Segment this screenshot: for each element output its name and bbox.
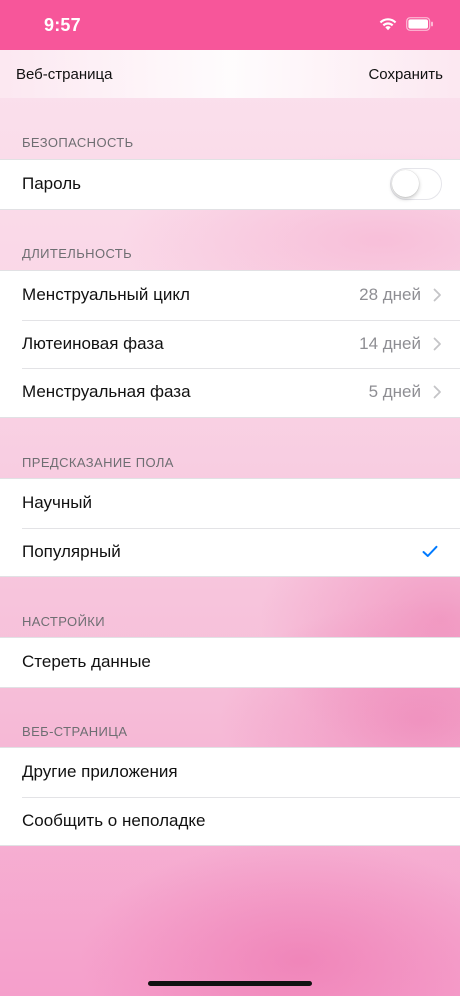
webpage-group: Другие приложения Сообщить о неполадке xyxy=(0,747,460,846)
chevron-right-icon xyxy=(433,288,441,302)
nav-bar: Веб-страница Сохранить xyxy=(0,50,460,98)
gender-prediction-group: Научный Популярный xyxy=(0,478,460,577)
password-label: Пароль xyxy=(22,174,81,194)
chevron-right-icon xyxy=(433,385,441,399)
password-row: Пароль xyxy=(0,160,460,209)
status-bar: 9:57 xyxy=(0,0,460,50)
luteal-phase-label: Лютеиновая фаза xyxy=(22,333,164,353)
section-header-gender-prediction: ПРЕДСКАЗАНИЕ ПОЛА xyxy=(22,455,174,470)
chevron-right-icon xyxy=(433,337,441,351)
menstrual-phase-row[interactable]: Менструальная фаза 5 дней xyxy=(0,368,460,417)
menstrual-phase-label: Менструальная фаза xyxy=(22,382,191,402)
scientific-option-label: Научный xyxy=(22,493,93,513)
erase-data-label: Стереть данные xyxy=(22,652,151,672)
status-icons xyxy=(378,16,434,31)
report-problem-row[interactable]: Сообщить о неполадке xyxy=(0,796,460,846)
security-group: Пароль xyxy=(0,159,460,210)
section-header-security: БЕЗОПАСНОСТЬ xyxy=(22,135,134,150)
luteal-phase-value: 14 дней xyxy=(359,333,421,353)
toggle-knob xyxy=(392,170,419,198)
settings-group: Стереть данные xyxy=(0,637,460,688)
section-header-webpage: ВЕБ-СТРАНИЦА xyxy=(22,724,128,739)
report-problem-label: Сообщить о неполадке xyxy=(22,810,206,830)
home-indicator xyxy=(148,981,312,986)
section-header-duration: ДЛИТЕЛЬНОСТЬ xyxy=(22,246,133,261)
menstrual-cycle-row[interactable]: Менструальный цикл 28 дней xyxy=(0,271,460,320)
menstrual-cycle-label: Менструальный цикл xyxy=(22,285,190,305)
popular-option-row[interactable]: Популярный xyxy=(0,527,460,577)
checkmark-icon xyxy=(422,546,438,558)
popular-option-label: Популярный xyxy=(22,541,121,561)
save-button[interactable]: Сохранить xyxy=(368,66,443,83)
back-button[interactable]: Веб-страница xyxy=(16,66,112,83)
scientific-option-row[interactable]: Научный xyxy=(0,479,460,528)
menstrual-phase-value: 5 дней xyxy=(368,382,421,402)
duration-group: Менструальный цикл 28 дней Лютеиновая фа… xyxy=(0,270,460,418)
other-apps-row[interactable]: Другие приложения xyxy=(0,748,460,797)
section-header-settings: НАСТРОЙКИ xyxy=(22,614,106,629)
erase-data-row[interactable]: Стереть данные xyxy=(0,638,460,687)
luteal-phase-row[interactable]: Лютеиновая фаза 14 дней xyxy=(0,319,460,369)
other-apps-label: Другие приложения xyxy=(22,762,178,782)
wifi-icon xyxy=(379,18,397,31)
menstrual-cycle-value: 28 дней xyxy=(359,285,421,305)
password-toggle[interactable] xyxy=(390,168,442,201)
battery-icon xyxy=(406,16,433,31)
status-time: 9:57 xyxy=(44,15,81,35)
